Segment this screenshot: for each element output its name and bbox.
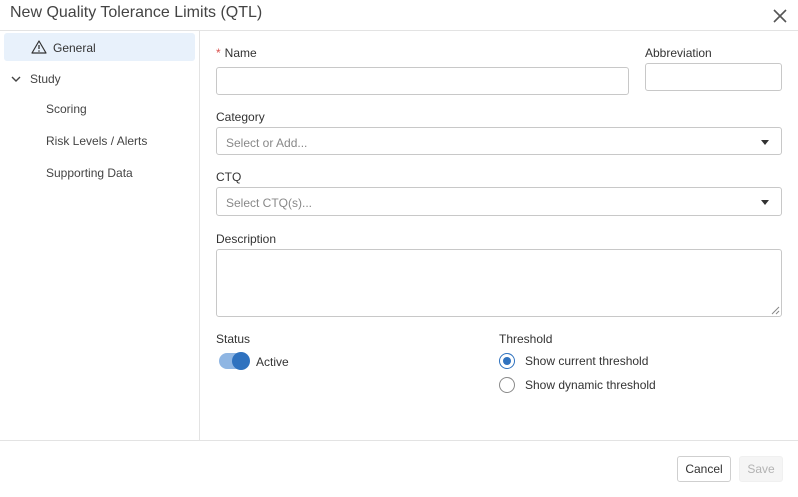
threshold-current-radio[interactable] bbox=[499, 353, 515, 369]
description-label: Description bbox=[216, 232, 277, 246]
ctq-select[interactable]: Select CTQ(s)... bbox=[216, 187, 782, 216]
dialog-title: New Quality Tolerance Limits (QTL) bbox=[10, 4, 263, 21]
threshold-dynamic-radio[interactable] bbox=[499, 377, 515, 393]
threshold-label: Threshold bbox=[499, 332, 553, 346]
sidebar-item-general[interactable]: General bbox=[4, 33, 195, 61]
category-placeholder: Select or Add... bbox=[226, 136, 308, 150]
close-icon bbox=[773, 9, 787, 23]
sidebar-item-scoring[interactable]: Scoring bbox=[46, 102, 87, 116]
ctq-placeholder: Select CTQ(s)... bbox=[226, 196, 313, 210]
save-button[interactable]: Save bbox=[739, 456, 783, 482]
ctq-label: CTQ bbox=[216, 170, 242, 184]
caret-down-icon bbox=[761, 140, 769, 145]
description-field[interactable] bbox=[216, 249, 782, 317]
footer-divider bbox=[0, 440, 798, 441]
sidebar-item-label: Study bbox=[30, 72, 61, 86]
threshold-dynamic-label[interactable]: Show dynamic threshold bbox=[525, 378, 656, 392]
name-label-text: Name bbox=[224, 46, 257, 60]
name-label: * Name bbox=[216, 46, 257, 60]
threshold-current-label[interactable]: Show current threshold bbox=[525, 354, 648, 368]
category-select[interactable]: Select or Add... bbox=[216, 127, 782, 155]
status-toggle-label: Active bbox=[256, 355, 289, 369]
abbreviation-label: Abbreviation bbox=[645, 46, 712, 60]
radio-dot bbox=[503, 357, 511, 365]
sidebar-item-supporting-data[interactable]: Supporting Data bbox=[46, 166, 133, 180]
chevron-down-icon bbox=[11, 76, 21, 82]
status-label: Status bbox=[216, 332, 251, 346]
name-field[interactable] bbox=[216, 67, 629, 95]
sidebar-nav: General Study Scoring Risk Levels / Aler… bbox=[0, 31, 200, 440]
abbreviation-field[interactable] bbox=[645, 63, 782, 91]
status-toggle[interactable] bbox=[219, 352, 250, 370]
sidebar-item-label: General bbox=[53, 41, 96, 55]
caret-down-icon bbox=[761, 200, 769, 205]
close-button[interactable] bbox=[770, 6, 790, 26]
warning-icon bbox=[31, 40, 47, 54]
cancel-button[interactable]: Cancel bbox=[677, 456, 731, 482]
sidebar-item-risk-levels-alerts[interactable]: Risk Levels / Alerts bbox=[46, 134, 147, 148]
toggle-knob bbox=[232, 352, 250, 370]
category-label: Category bbox=[216, 110, 265, 124]
required-marker: * bbox=[216, 46, 221, 60]
resize-grip-icon[interactable] bbox=[770, 305, 780, 315]
